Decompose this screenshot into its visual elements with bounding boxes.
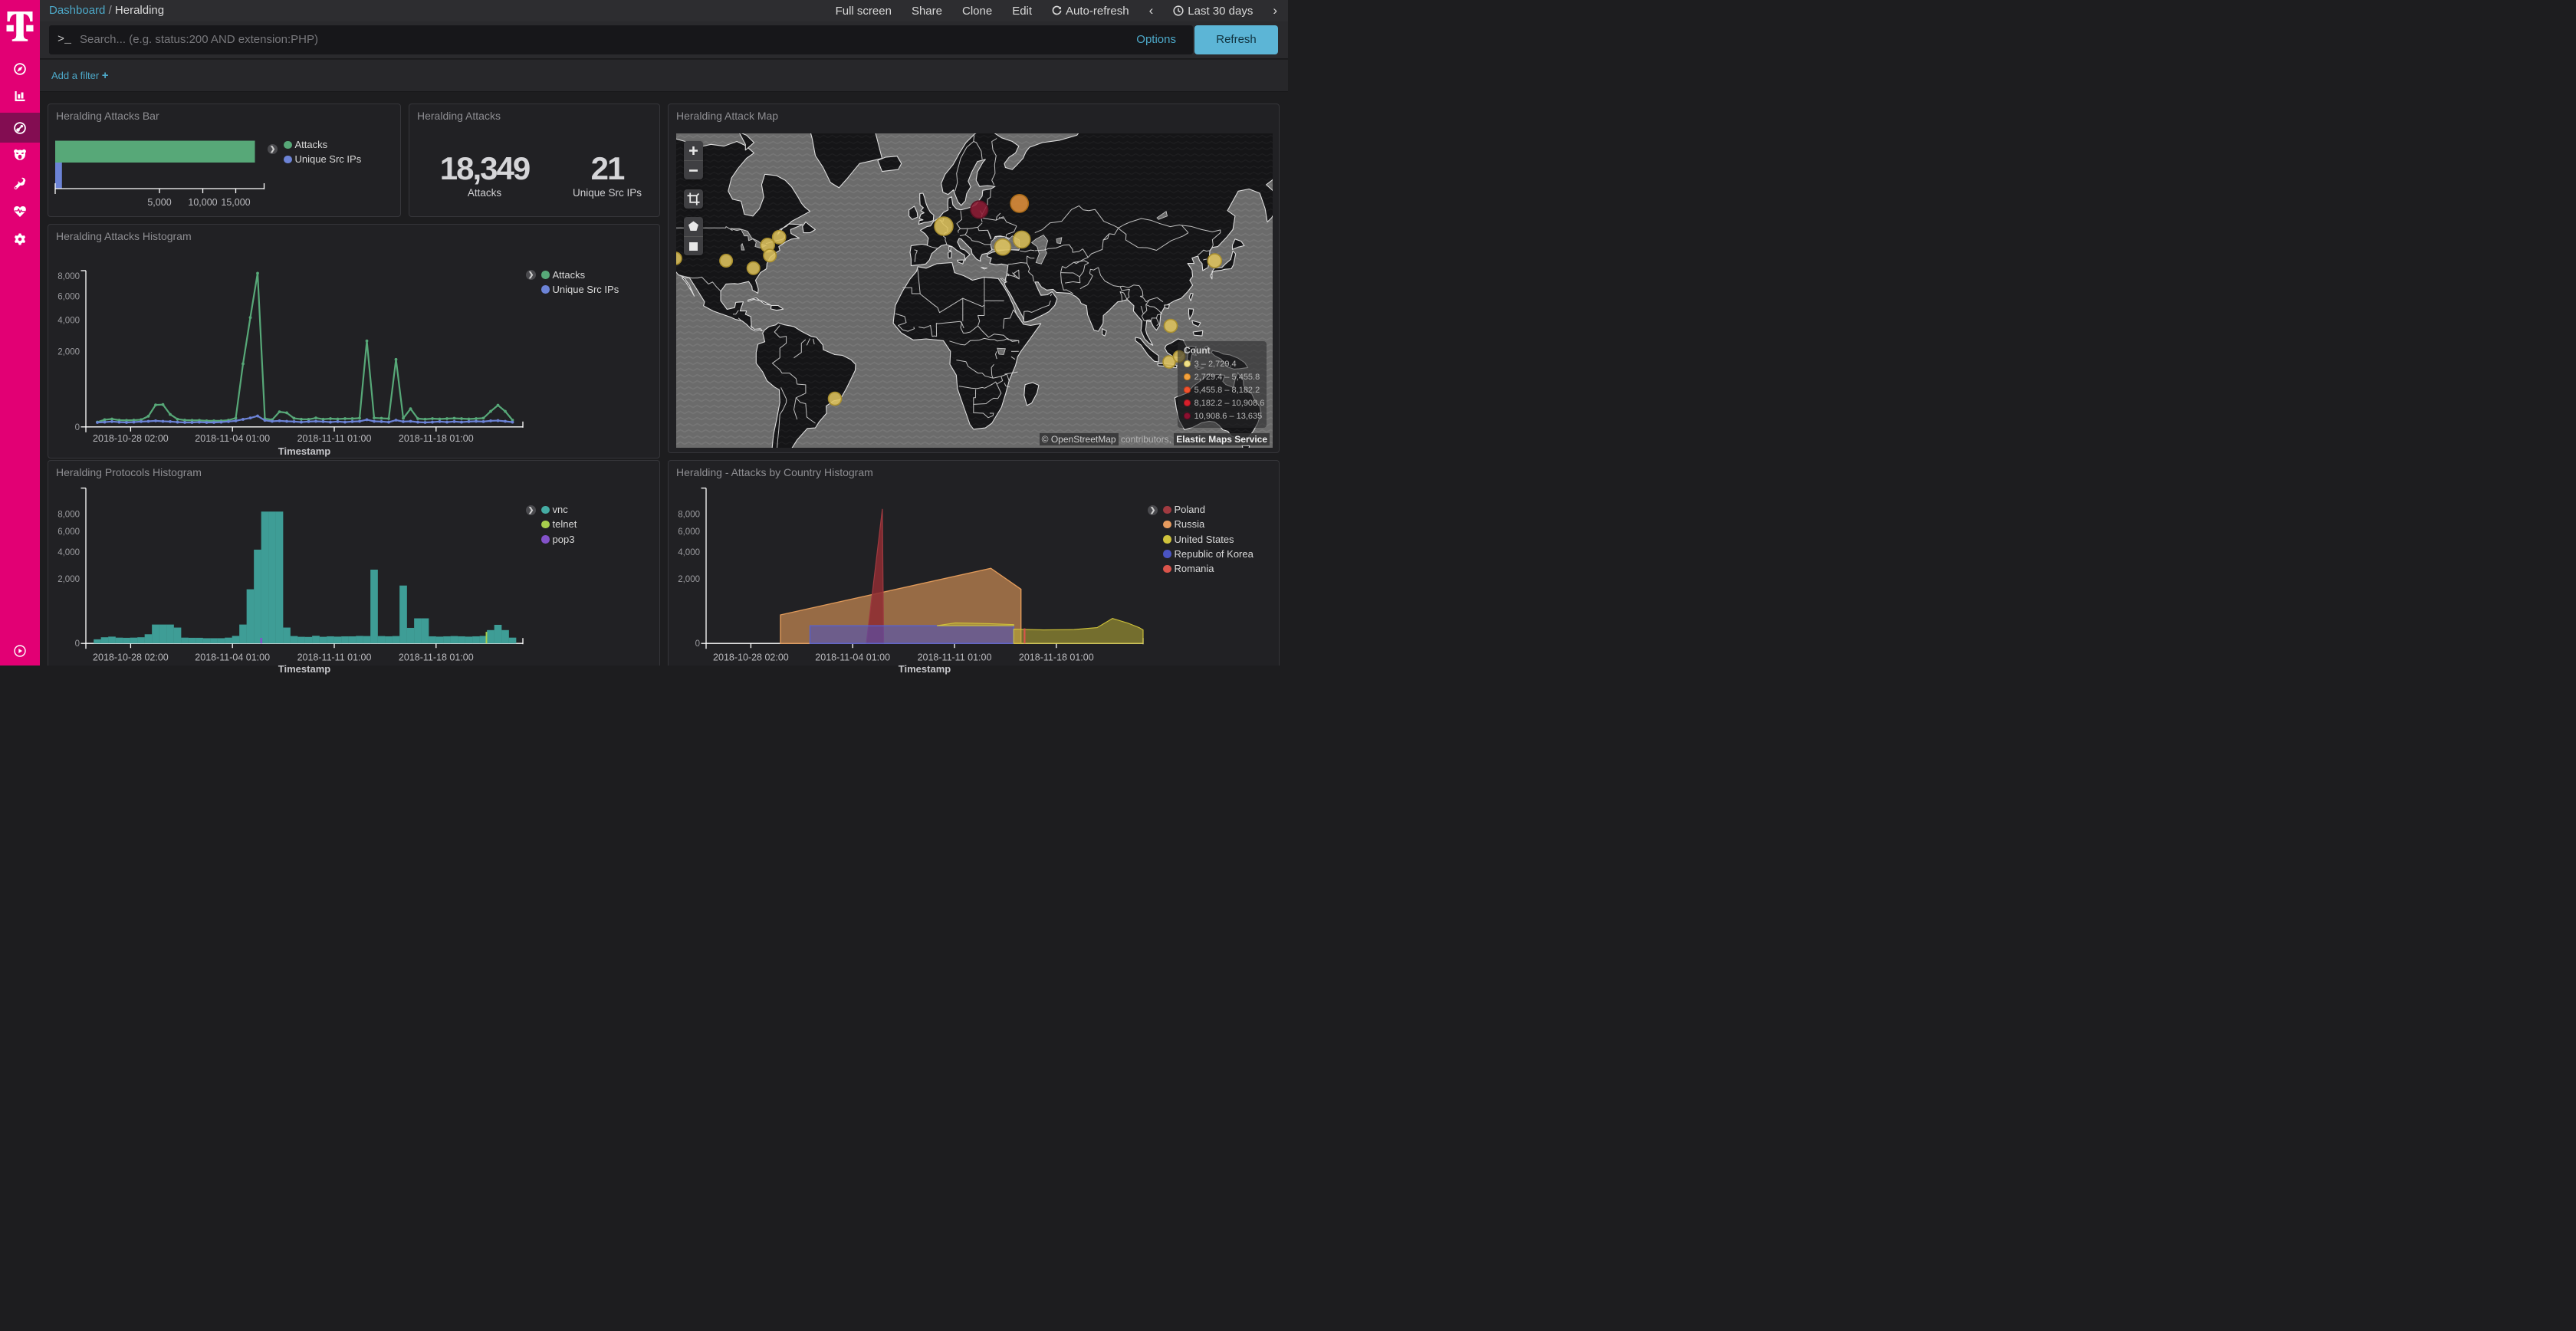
svg-text:2,000: 2,000 [58,575,80,584]
svg-text:2018-10-28 02:00: 2018-10-28 02:00 [93,652,169,663]
svg-text:2018-11-04 01:00: 2018-11-04 01:00 [195,433,270,444]
svg-text:4,000: 4,000 [678,548,700,557]
svg-text:5,000: 5,000 [147,197,171,208]
svg-text:2018-11-04 01:00: 2018-11-04 01:00 [195,652,270,663]
svg-text:8,000: 8,000 [58,510,80,519]
svg-text:2018-10-28 02:00: 2018-10-28 02:00 [93,433,169,444]
svg-text:Timestamp: Timestamp [899,663,951,675]
svg-text:2018-11-11 01:00: 2018-11-11 01:00 [297,433,372,444]
svg-text:6,000: 6,000 [58,292,80,301]
svg-text:2018-11-11 01:00: 2018-11-11 01:00 [918,652,992,663]
svg-text:4,000: 4,000 [58,548,80,557]
svg-text:6,000: 6,000 [58,527,80,537]
svg-text:6,000: 6,000 [678,527,700,537]
svg-text:0: 0 [75,639,80,649]
svg-text:Timestamp: Timestamp [278,445,330,457]
svg-text:15,000: 15,000 [221,197,250,208]
svg-text:2018-10-28 02:00: 2018-10-28 02:00 [713,652,789,663]
svg-text:2018-11-11 01:00: 2018-11-11 01:00 [297,652,372,663]
svg-text:2018-11-18 01:00: 2018-11-18 01:00 [1019,652,1094,663]
svg-text:2018-11-18 01:00: 2018-11-18 01:00 [399,652,474,663]
svg-text:2018-11-18 01:00: 2018-11-18 01:00 [399,433,474,444]
svg-text:2018-11-04 01:00: 2018-11-04 01:00 [815,652,890,663]
svg-text:8,000: 8,000 [58,272,80,281]
svg-text:0: 0 [75,423,80,432]
svg-text:0: 0 [695,639,700,649]
svg-text:8,000: 8,000 [678,510,700,519]
svg-text:10,000: 10,000 [188,197,217,208]
svg-text:4,000: 4,000 [58,317,80,326]
svg-text:2,000: 2,000 [58,347,80,357]
svg-text:2,000: 2,000 [678,575,700,584]
svg-text:Timestamp: Timestamp [278,663,330,675]
